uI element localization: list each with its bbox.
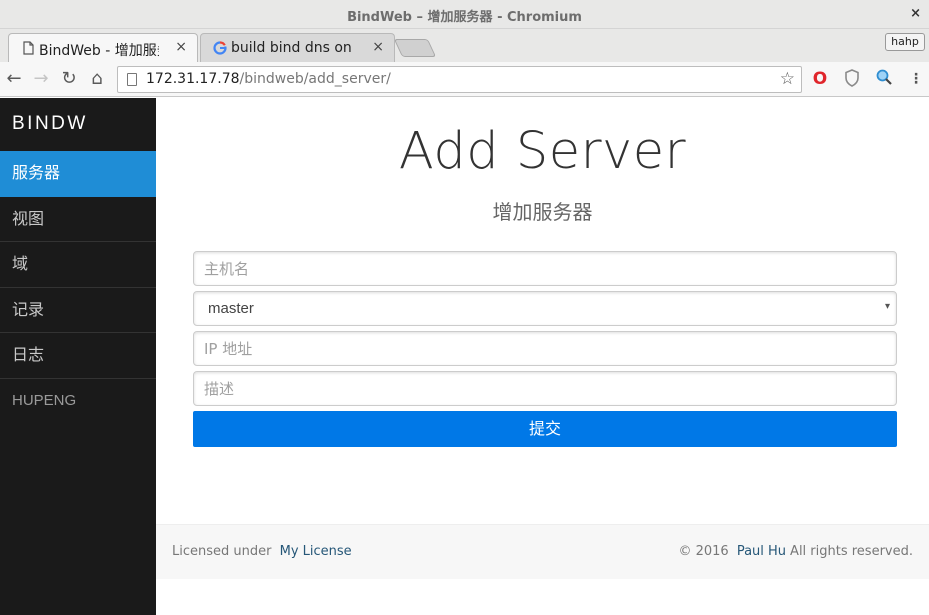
url-host: 172.31.17.78 bbox=[146, 71, 240, 87]
sidebar-item-servers[interactable]: 服务器 bbox=[0, 151, 156, 197]
hostname-field-wrapper bbox=[193, 251, 897, 286]
sidebar-item-views[interactable]: 视图 bbox=[0, 197, 156, 242]
sidebar-user[interactable]: HUPENG bbox=[0, 379, 156, 425]
bookmark-star-icon[interactable]: ☆ bbox=[780, 69, 795, 89]
forward-button[interactable]: → bbox=[29, 67, 53, 91]
footer: Licensed under My License © 2016 Paul Hu… bbox=[156, 524, 929, 579]
tab-label: build bind dns on bbox=[231, 40, 351, 56]
new-tab-button[interactable] bbox=[393, 39, 437, 57]
description-input[interactable] bbox=[194, 372, 896, 405]
description-field-wrapper bbox=[193, 371, 897, 406]
sidebar-item-domains[interactable]: 域 bbox=[0, 242, 156, 288]
footer-copyright: © 2016 Paul Hu All rights reserved. bbox=[678, 544, 917, 559]
main-content: Add Server 增加服务器 master ▾ 提交 Licensed un… bbox=[156, 98, 929, 615]
window-close-button[interactable]: × bbox=[910, 6, 921, 21]
home-button[interactable]: ⌂ bbox=[85, 67, 109, 91]
footer-license: Licensed under My License bbox=[172, 544, 356, 559]
address-bar[interactable]: 172.31.17.78/bindweb/add_server/ ☆ bbox=[117, 66, 802, 93]
url-text[interactable]: 172.31.17.78/bindweb/add_server/ bbox=[146, 71, 391, 87]
back-button[interactable]: ← bbox=[2, 67, 26, 91]
page-subtitle: 增加服务器 bbox=[492, 200, 593, 224]
tab-close-button[interactable]: × bbox=[372, 39, 384, 55]
tab-label: BindWeb - 增加服务器 bbox=[39, 43, 159, 59]
browser-toolbar: ← → ↻ ⌂ 172.31.17.78/bindweb/add_server/… bbox=[0, 62, 929, 97]
author-link[interactable]: Paul Hu bbox=[737, 544, 786, 559]
ip-address-input[interactable] bbox=[194, 332, 896, 365]
tab-google-search[interactable]: build bind dns on × bbox=[200, 33, 395, 62]
shield-icon bbox=[845, 69, 859, 87]
submit-button[interactable]: 提交 bbox=[193, 411, 897, 447]
magnifier-icon bbox=[876, 69, 892, 85]
brand-logo[interactable]: BINDW bbox=[0, 98, 156, 151]
ip-field-wrapper bbox=[193, 331, 897, 366]
license-prefix: Licensed under bbox=[172, 544, 272, 559]
sidebar-item-records[interactable]: 记录 bbox=[0, 288, 156, 333]
copyright-prefix: © 2016 bbox=[678, 544, 729, 559]
license-link[interactable]: My License bbox=[280, 544, 352, 559]
reload-button[interactable]: ↻ bbox=[57, 67, 81, 91]
url-path: /bindweb/add_server/ bbox=[239, 71, 391, 87]
page-title: Add Server bbox=[398, 122, 687, 181]
sidebar-item-logs[interactable]: 日志 bbox=[0, 333, 156, 379]
add-server-form: master ▾ 提交 bbox=[193, 251, 897, 447]
tab-close-button[interactable]: × bbox=[175, 39, 187, 55]
role-select-value: master bbox=[208, 300, 254, 317]
shield-extension-icon[interactable] bbox=[842, 69, 862, 89]
page-icon bbox=[23, 41, 34, 55]
google-icon bbox=[213, 41, 227, 55]
page-info-icon[interactable] bbox=[127, 73, 137, 86]
opera-extension-icon[interactable]: O bbox=[810, 69, 830, 89]
hostname-input[interactable] bbox=[194, 252, 896, 285]
browser-menu-icon[interactable]: ⋮ bbox=[906, 69, 926, 89]
role-select[interactable]: master ▾ bbox=[193, 291, 897, 326]
window-titlebar: BindWeb – 增加服务器 - Chromium × bbox=[0, 0, 929, 29]
sidebar: BINDW 服务器 视图 域 记录 日志 HUPENG bbox=[0, 98, 156, 615]
tab-strip: BindWeb - 增加服务器 × build bind dns on × ha… bbox=[0, 29, 929, 62]
window-title: BindWeb – 增加服务器 - Chromium bbox=[347, 10, 582, 25]
search-extension-icon[interactable] bbox=[874, 69, 894, 89]
tab-bindweb[interactable]: BindWeb - 增加服务器 × bbox=[8, 33, 198, 62]
profile-button[interactable]: hahp bbox=[885, 33, 925, 51]
copyright-suffix: All rights reserved. bbox=[790, 544, 913, 559]
chevron-down-icon: ▾ bbox=[884, 301, 890, 312]
